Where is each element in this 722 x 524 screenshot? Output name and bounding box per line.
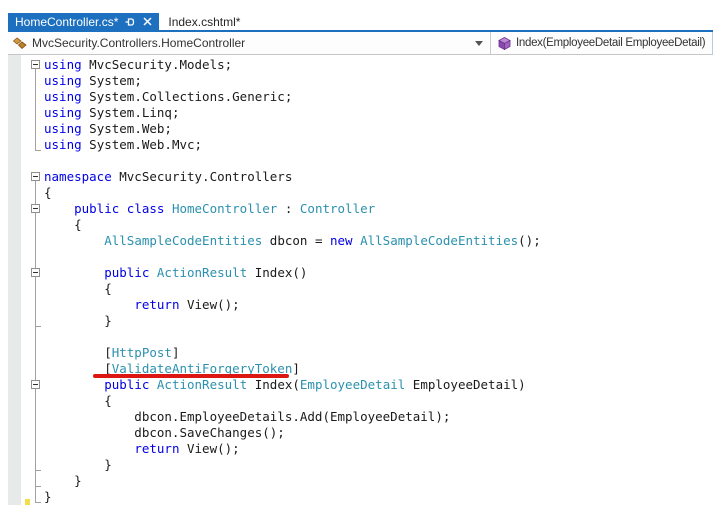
minus-glyph [33, 384, 38, 385]
minus-glyph [33, 208, 38, 209]
fold-end-tick [35, 326, 41, 327]
code-editor[interactable]: using MvcSecurity.Models; using System; us… [8, 55, 714, 524]
tab-label: HomeController.cs* [15, 14, 119, 29]
code-line[interactable]: { [44, 185, 541, 201]
code-line[interactable]: public class HomeController : Controller [44, 201, 541, 217]
fold-end-tick [35, 502, 41, 503]
code-line[interactable]: using System.Collections.Generic; [44, 89, 541, 105]
code-line[interactable]: public ActionResult Index(EmployeeDetail… [44, 377, 541, 393]
code-line[interactable]: AllSampleCodeEntities dbcon = new AllSam… [44, 233, 541, 249]
tab-bar: HomeController.cs* Index.cshtml* [8, 13, 713, 30]
pin-icon[interactable] [125, 17, 135, 27]
collapse-region-button[interactable] [31, 60, 40, 69]
type-dropdown-label: MvcSecurity.Controllers.HomeController [32, 36, 246, 50]
tab-label: Index.cshtml* [168, 14, 241, 29]
collapse-region-button[interactable] [31, 268, 40, 277]
code-line[interactable]: using System.Web; [44, 121, 541, 137]
code-line[interactable]: using System.Web.Mvc; [44, 137, 541, 153]
minus-glyph [33, 272, 38, 273]
minus-glyph [33, 176, 38, 177]
fold-scope-line [35, 69, 36, 150]
editor-navigation-bar: MvcSecurity.Controllers.HomeController I… [8, 32, 713, 55]
code-line[interactable] [44, 329, 541, 345]
code-line[interactable]: } [44, 457, 541, 473]
member-dropdown[interactable]: Index(EmployeeDetail EmployeeDetail) [491, 32, 712, 54]
code-line[interactable]: using MvcSecurity.Models; [44, 57, 541, 73]
class-icon [13, 36, 27, 50]
code-line[interactable]: { [44, 281, 541, 297]
code-line[interactable]: { [44, 393, 541, 409]
fold-scope-line [35, 181, 36, 502]
code-line[interactable] [44, 249, 541, 265]
fold-end-tick [35, 470, 41, 471]
code-line[interactable]: using System; [44, 73, 541, 89]
code-line[interactable]: return View(); [44, 441, 541, 457]
code-line[interactable]: } [44, 313, 541, 329]
code-line[interactable]: public ActionResult Index() [44, 265, 541, 281]
code-line[interactable]: dbcon.EmployeeDetails.Add(EmployeeDetail… [44, 409, 541, 425]
code-line[interactable]: namespace MvcSecurity.Controllers [44, 169, 541, 185]
code-line[interactable]: } [44, 473, 541, 489]
code-line[interactable]: return View(); [44, 297, 541, 313]
type-dropdown[interactable]: MvcSecurity.Controllers.HomeController [8, 32, 491, 54]
code-line[interactable]: using System.Linq; [44, 105, 541, 121]
minus-glyph [33, 64, 38, 65]
tab-homecontroller-cs[interactable]: HomeController.cs* [8, 13, 160, 30]
code-line[interactable]: } [44, 489, 541, 505]
collapse-region-button[interactable] [31, 172, 40, 181]
unsaved-change-mark [25, 499, 30, 505]
code-line[interactable]: { [44, 217, 541, 233]
code-text-area[interactable]: using MvcSecurity.Models; using System; us… [44, 57, 541, 505]
member-dropdown-label: Index(EmployeeDetail EmployeeDetail) [516, 37, 706, 49]
code-line[interactable]: [HttpPost] [44, 345, 541, 361]
collapse-region-button[interactable] [31, 204, 40, 213]
red-underline-annotation [93, 374, 289, 378]
fold-end-tick [35, 486, 41, 487]
method-icon [498, 36, 511, 50]
close-icon[interactable] [142, 17, 152, 27]
code-line[interactable] [44, 153, 541, 169]
collapse-region-button[interactable] [31, 380, 40, 389]
fold-end-tick [35, 150, 41, 151]
indicator-margin [8, 55, 21, 505]
tab-index-cshtml[interactable]: Index.cshtml* [159, 13, 249, 30]
code-line[interactable]: dbcon.SaveChanges(); [44, 425, 541, 441]
chevron-down-icon[interactable] [475, 41, 483, 46]
